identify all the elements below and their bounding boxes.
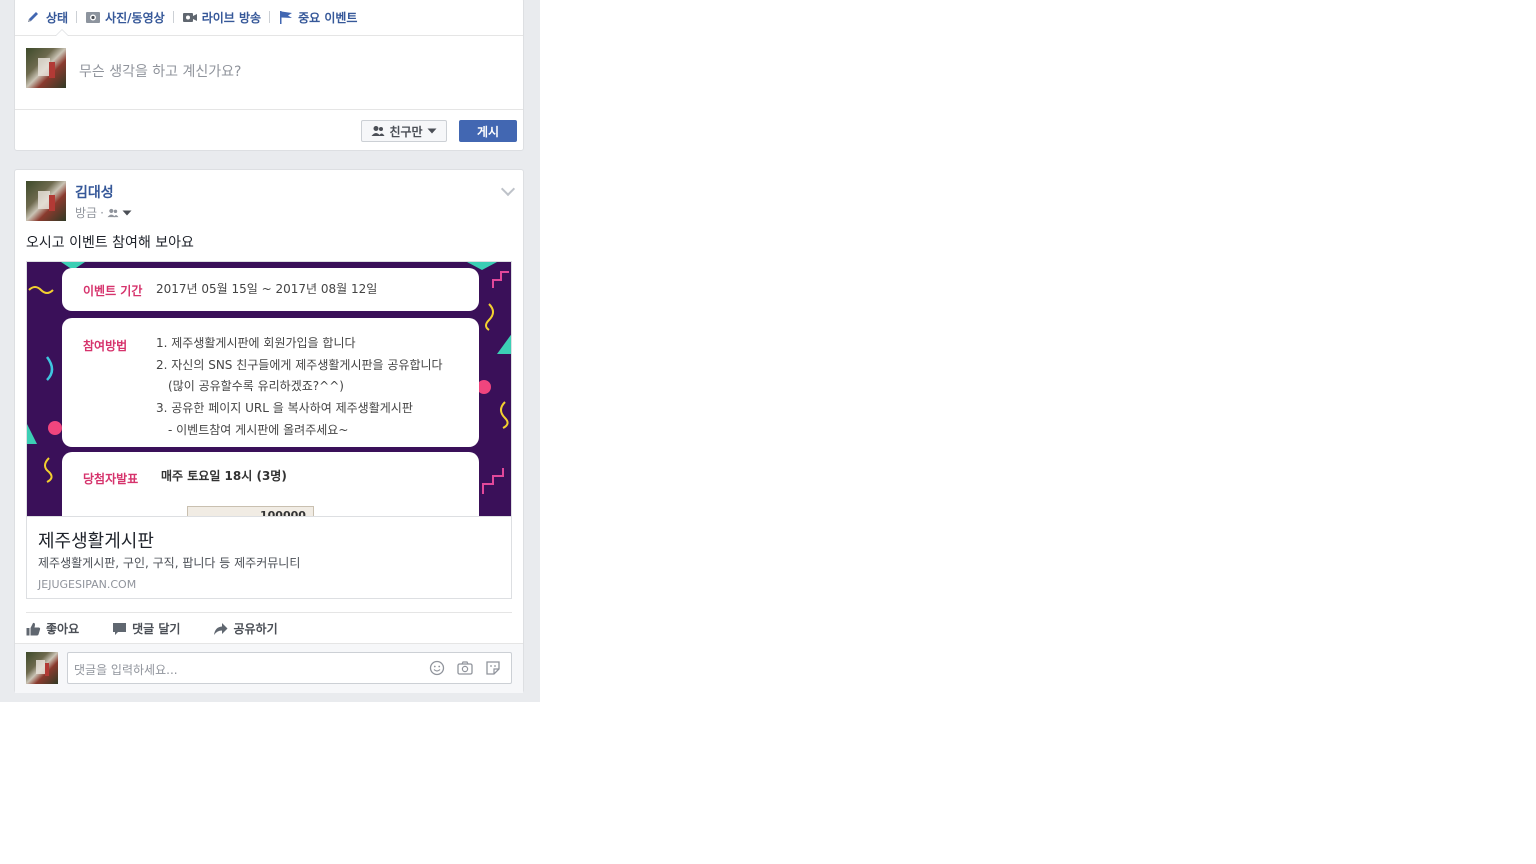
author-avatar[interactable] <box>26 181 66 221</box>
post-options-chevron-icon[interactable] <box>500 181 516 197</box>
sticker-icon[interactable] <box>485 660 501 676</box>
like-label: 좋아요 <box>46 622 80 636</box>
tab-divider <box>76 11 78 23</box>
speech-bubble-icon <box>113 622 127 635</box>
event-method-line: 3. 공유한 페이지 URL 을 복사하여 제주생활게시판 <box>156 401 413 415</box>
audience-selector-button[interactable]: 친구만 <box>361 120 447 142</box>
share-button[interactable]: 공유하기 <box>213 620 278 637</box>
event-banner-image: 이벤트 기간 2017년 05월 15일 ~ 2017년 08월 12일 참여방… <box>27 262 511 516</box>
tab-life-event[interactable]: 중요 이벤트 <box>278 9 357 26</box>
audience-icon[interactable] <box>107 208 132 218</box>
comment-button[interactable]: 댓글 달기 <box>112 620 180 637</box>
camera-icon[interactable] <box>457 660 473 676</box>
tab-status[interactable]: 상태 <box>26 9 68 26</box>
like-button[interactable]: 좋아요 <box>26 620 79 637</box>
post-text: 오시고 이벤트 참여해 보아요 <box>26 235 194 251</box>
post-author-name[interactable]: 김대성 <box>75 182 114 202</box>
link-domain: JEJUGESIPAN.COM <box>38 578 137 591</box>
avatar <box>26 48 66 88</box>
composer-placeholder[interactable]: 무슨 생각을 하고 계신가요? <box>79 61 241 81</box>
tab-photo-video-label: 사진/동영상 <box>105 10 165 25</box>
tab-photo-video[interactable]: 사진/동영상 <box>85 9 165 26</box>
thumbs-up-icon <box>26 622 41 635</box>
camera-icon <box>85 10 101 24</box>
emoji-icon[interactable] <box>429 660 445 676</box>
comment-input[interactable]: 댓글을 입력하세요... <box>67 652 512 684</box>
feed-post: 김대성 방금 · 오시고 이벤트 참여해 보아요 이벤트 기간 2017년 05… <box>14 169 524 693</box>
event-winner-value: 매주 토요일 18시 (3명) <box>161 469 287 483</box>
comment-composer: 댓글을 입력하세요... <box>15 643 523 693</box>
post-actions: 좋아요 댓글 달기 공유하기 <box>26 612 512 644</box>
meta-separator: · <box>100 205 104 220</box>
comment-label: 댓글 달기 <box>132 622 181 636</box>
comment-input-icons <box>417 660 501 676</box>
event-winner-label: 당첨자발표 <box>83 472 139 486</box>
event-method-line: (많이 공유할수록 유리하겠죠?^^) <box>168 379 344 393</box>
avatar <box>26 652 58 684</box>
pencil-icon <box>26 10 42 24</box>
post-button[interactable]: 게시 <box>459 120 517 142</box>
share-label: 공유하기 <box>233 622 278 636</box>
composer-tabs: 상태 사진/동영상 라이브 방송 중요 이벤트 <box>15 0 523 36</box>
tab-divider <box>172 11 174 23</box>
event-period-label: 이벤트 기간 <box>83 284 143 298</box>
event-method-line: 2. 자신의 SNS 친구들에게 제주생활게시판을 공유합니다 <box>156 358 443 372</box>
post-composer: 상태 사진/동영상 라이브 방송 중요 이벤트 무슨 생각을 하고 계신가요? <box>14 0 524 151</box>
flag-icon <box>278 10 294 24</box>
audience-label: 친구만 <box>389 124 423 139</box>
tab-status-label: 상태 <box>46 10 69 25</box>
composer-footer: 친구만 게시 <box>15 110 523 152</box>
video-camera-icon <box>182 10 198 24</box>
event-method-line: - 이벤트참여 게시판에 올려주세요~ <box>168 423 349 437</box>
friends-icon <box>371 126 385 136</box>
link-title[interactable]: 제주생활게시판 <box>38 527 154 553</box>
share-arrow-icon <box>214 622 228 635</box>
event-method-box: 참여방법 1. 제주생활게시판에 회원가입을 합니다 2. 자신의 SNS 친구… <box>62 318 479 447</box>
event-period-value: 2017년 05월 15일 ~ 2017년 08월 12일 <box>156 282 378 296</box>
link-attachment[interactable]: 이벤트 기간 2017년 05월 15일 ~ 2017년 08월 12일 참여방… <box>26 261 512 599</box>
tab-divider <box>269 11 271 23</box>
active-tab-caret <box>55 29 69 36</box>
composer-input-area[interactable]: 무슨 생각을 하고 계신가요? <box>15 36 523 110</box>
chevron-down-icon <box>427 128 437 134</box>
link-description: 제주생활게시판, 구인, 구직, 팝니다 등 제주커뮤니티 <box>38 556 301 570</box>
chevron-down-icon <box>122 210 132 215</box>
tab-life-event-label: 중요 이벤트 <box>298 10 358 25</box>
banknote-text: 100000 <box>260 509 306 516</box>
tab-live-video[interactable]: 라이브 방송 <box>182 9 261 26</box>
event-period-box: 이벤트 기간 2017년 05월 15일 ~ 2017년 08월 12일 <box>62 268 479 311</box>
post-timestamp[interactable]: 방금 <box>75 204 97 221</box>
link-preview-info[interactable]: 제주생활게시판 제주생활게시판, 구인, 구직, 팝니다 등 제주커뮤니티 JE… <box>27 516 511 598</box>
post-meta: 방금 · <box>75 204 132 221</box>
event-method-line: 1. 제주생활게시판에 회원가입을 합니다 <box>156 336 356 350</box>
tab-live-video-label: 라이브 방송 <box>201 10 262 25</box>
banknote-image: 100000 <box>187 506 314 516</box>
event-method-label: 참여방법 <box>83 339 128 353</box>
comment-placeholder: 댓글을 입력하세요... <box>74 663 178 677</box>
event-winner-box: 당첨자발표 매주 토요일 18시 (3명) 100000 <box>62 452 479 516</box>
